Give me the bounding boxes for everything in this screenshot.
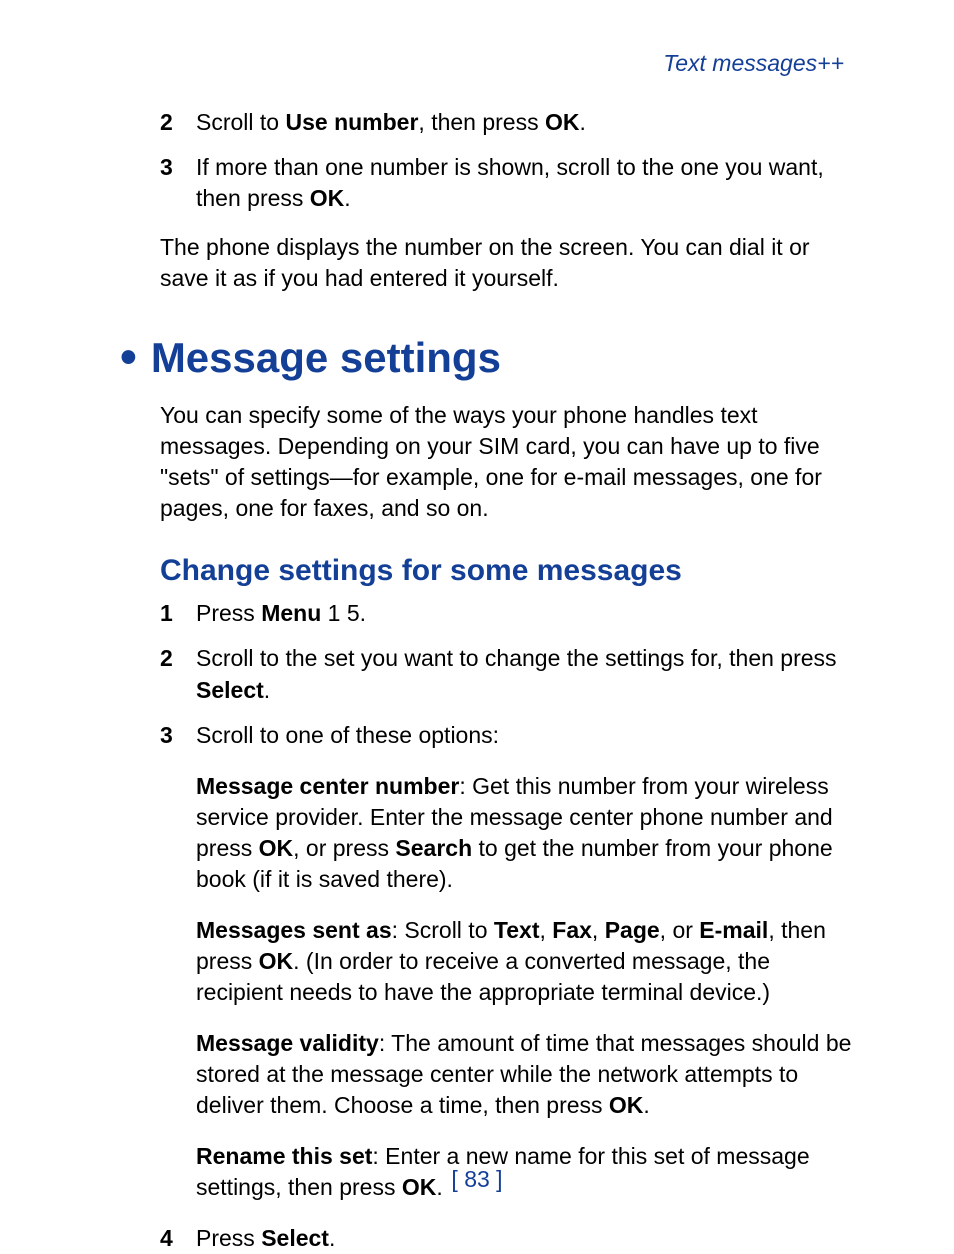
step-number: 3 — [160, 720, 196, 751]
bold-run: E-mail — [699, 917, 768, 943]
text-run: Scroll to one of these options: — [196, 722, 499, 748]
option-label: Messages sent as — [196, 917, 392, 943]
step-number: 3 — [160, 152, 196, 214]
text-run: Press — [196, 600, 261, 626]
text-run: . — [643, 1092, 649, 1118]
section-heading-row: • Message settings — [120, 334, 854, 382]
step-text: Scroll to one of these options: — [196, 720, 854, 751]
option-block: Messages sent as: Scroll to Text, Fax, P… — [196, 915, 854, 1008]
text-run: Scroll to the set you want to change the… — [196, 645, 837, 671]
step-item: 2 Scroll to the set you want to change t… — [160, 643, 854, 705]
text-run: Press — [196, 1225, 261, 1251]
text-run: , — [539, 917, 552, 943]
text-run: . — [264, 677, 270, 703]
step-text: If more than one number is shown, scroll… — [196, 152, 854, 214]
bullet-icon: • — [120, 334, 137, 382]
step-item: 3 If more than one number is shown, scro… — [160, 152, 854, 214]
bold-run: Select — [261, 1225, 329, 1251]
bold-run: OK — [259, 948, 294, 974]
step-item: 1 Press Menu 1 5. — [160, 598, 854, 629]
step-number: 4 — [160, 1223, 196, 1254]
bold-run: OK — [259, 835, 294, 861]
option-block: Message validity: The amount of time tha… — [196, 1028, 854, 1121]
step-number: 1 — [160, 598, 196, 629]
text-run: . — [580, 109, 586, 135]
step-item: 4 Press Select. — [160, 1223, 854, 1254]
step-number: 2 — [160, 107, 196, 138]
step-item: 3 Scroll to one of these options: — [160, 720, 854, 751]
bold-run: Use number — [285, 109, 418, 135]
option-block: Message center number: Get this number f… — [196, 771, 854, 895]
step-item: 2 Scroll to Use number, then press OK. — [160, 107, 854, 138]
bold-run: OK — [310, 185, 345, 211]
bold-run: Page — [605, 917, 660, 943]
paragraph: You can specify some of the ways your ph… — [160, 400, 854, 524]
subsection-heading: Change settings for some messages — [160, 554, 854, 588]
text-run: , or — [660, 917, 700, 943]
text-run: If more than one number is shown, scroll… — [196, 154, 824, 211]
bold-run: Text — [494, 917, 540, 943]
step-number: 2 — [160, 643, 196, 705]
page: Text messages++ 2 Scroll to Use number, … — [0, 0, 954, 1248]
bold-run: OK — [609, 1092, 644, 1118]
paragraph: The phone displays the number on the scr… — [160, 232, 854, 294]
bold-run: Search — [395, 835, 472, 861]
step-text: Scroll to the set you want to change the… — [196, 643, 854, 705]
text-run: Scroll to — [196, 109, 285, 135]
bold-run: Fax — [552, 917, 592, 943]
section-heading: Message settings — [151, 335, 501, 381]
text-run: 1 5. — [321, 600, 366, 626]
text-run: . — [344, 185, 350, 211]
bold-run: OK — [545, 109, 580, 135]
running-header: Text messages++ — [120, 50, 854, 77]
text-run: . — [329, 1225, 335, 1251]
step-text: Press Menu 1 5. — [196, 598, 854, 629]
text-run: : Scroll to — [392, 917, 494, 943]
text-run: , or press — [293, 835, 395, 861]
step-text: Scroll to Use number, then press OK. — [196, 107, 854, 138]
bold-run: Menu — [261, 600, 321, 626]
text-run: , — [592, 917, 605, 943]
bold-run: Select — [196, 677, 264, 703]
step-text: Press Select. — [196, 1223, 854, 1254]
option-label: Message center number — [196, 773, 459, 799]
option-label: Message validity — [196, 1030, 379, 1056]
text-run: , then press — [418, 109, 545, 135]
page-number: [ 83 ] — [0, 1166, 954, 1193]
